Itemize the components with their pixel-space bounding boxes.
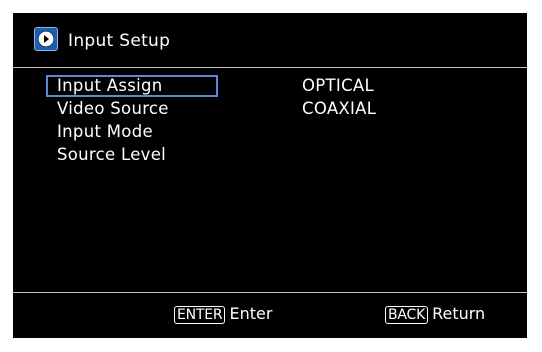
menu-item-label: Input Mode bbox=[57, 122, 153, 141]
menu-values: OPTICAL COAXIAL bbox=[302, 75, 376, 121]
menu-item-input-assign[interactable]: Input Assign bbox=[46, 75, 218, 97]
menu-item-input-mode[interactable]: Input Mode bbox=[46, 121, 218, 143]
menu-item-label: Source Level bbox=[57, 145, 167, 164]
page-title: Input Setup bbox=[68, 31, 171, 51]
arrow-glyph bbox=[38, 31, 54, 47]
header: Input Setup bbox=[13, 13, 527, 67]
enter-key: ENTER bbox=[174, 306, 226, 324]
enter-hint[interactable]: ENTER Enter bbox=[174, 305, 272, 324]
menu-item-video-source[interactable]: Video Source bbox=[46, 98, 218, 120]
arrow-disc bbox=[38, 31, 54, 47]
menu-list: Input Assign Video Source Input Mode Sou… bbox=[46, 75, 218, 167]
menu-item-label: Input Assign bbox=[57, 76, 163, 95]
footer: ENTER Enter BACK Return bbox=[13, 293, 527, 338]
header-divider bbox=[13, 67, 527, 68]
menu-item-label: Video Source bbox=[57, 99, 169, 118]
enter-label: Enter bbox=[229, 304, 273, 323]
back-key: BACK bbox=[385, 306, 429, 324]
back-label: Return bbox=[432, 304, 486, 323]
back-hint[interactable]: BACK Return bbox=[385, 305, 485, 324]
input-assign-value: OPTICAL bbox=[302, 76, 374, 95]
setup-screen: Input Setup Input Assign Video Source In… bbox=[13, 13, 527, 338]
video-source-value: COAXIAL bbox=[302, 99, 377, 118]
menu-item-source-level[interactable]: Source Level bbox=[46, 144, 218, 166]
arrow-circle-icon bbox=[34, 27, 58, 51]
